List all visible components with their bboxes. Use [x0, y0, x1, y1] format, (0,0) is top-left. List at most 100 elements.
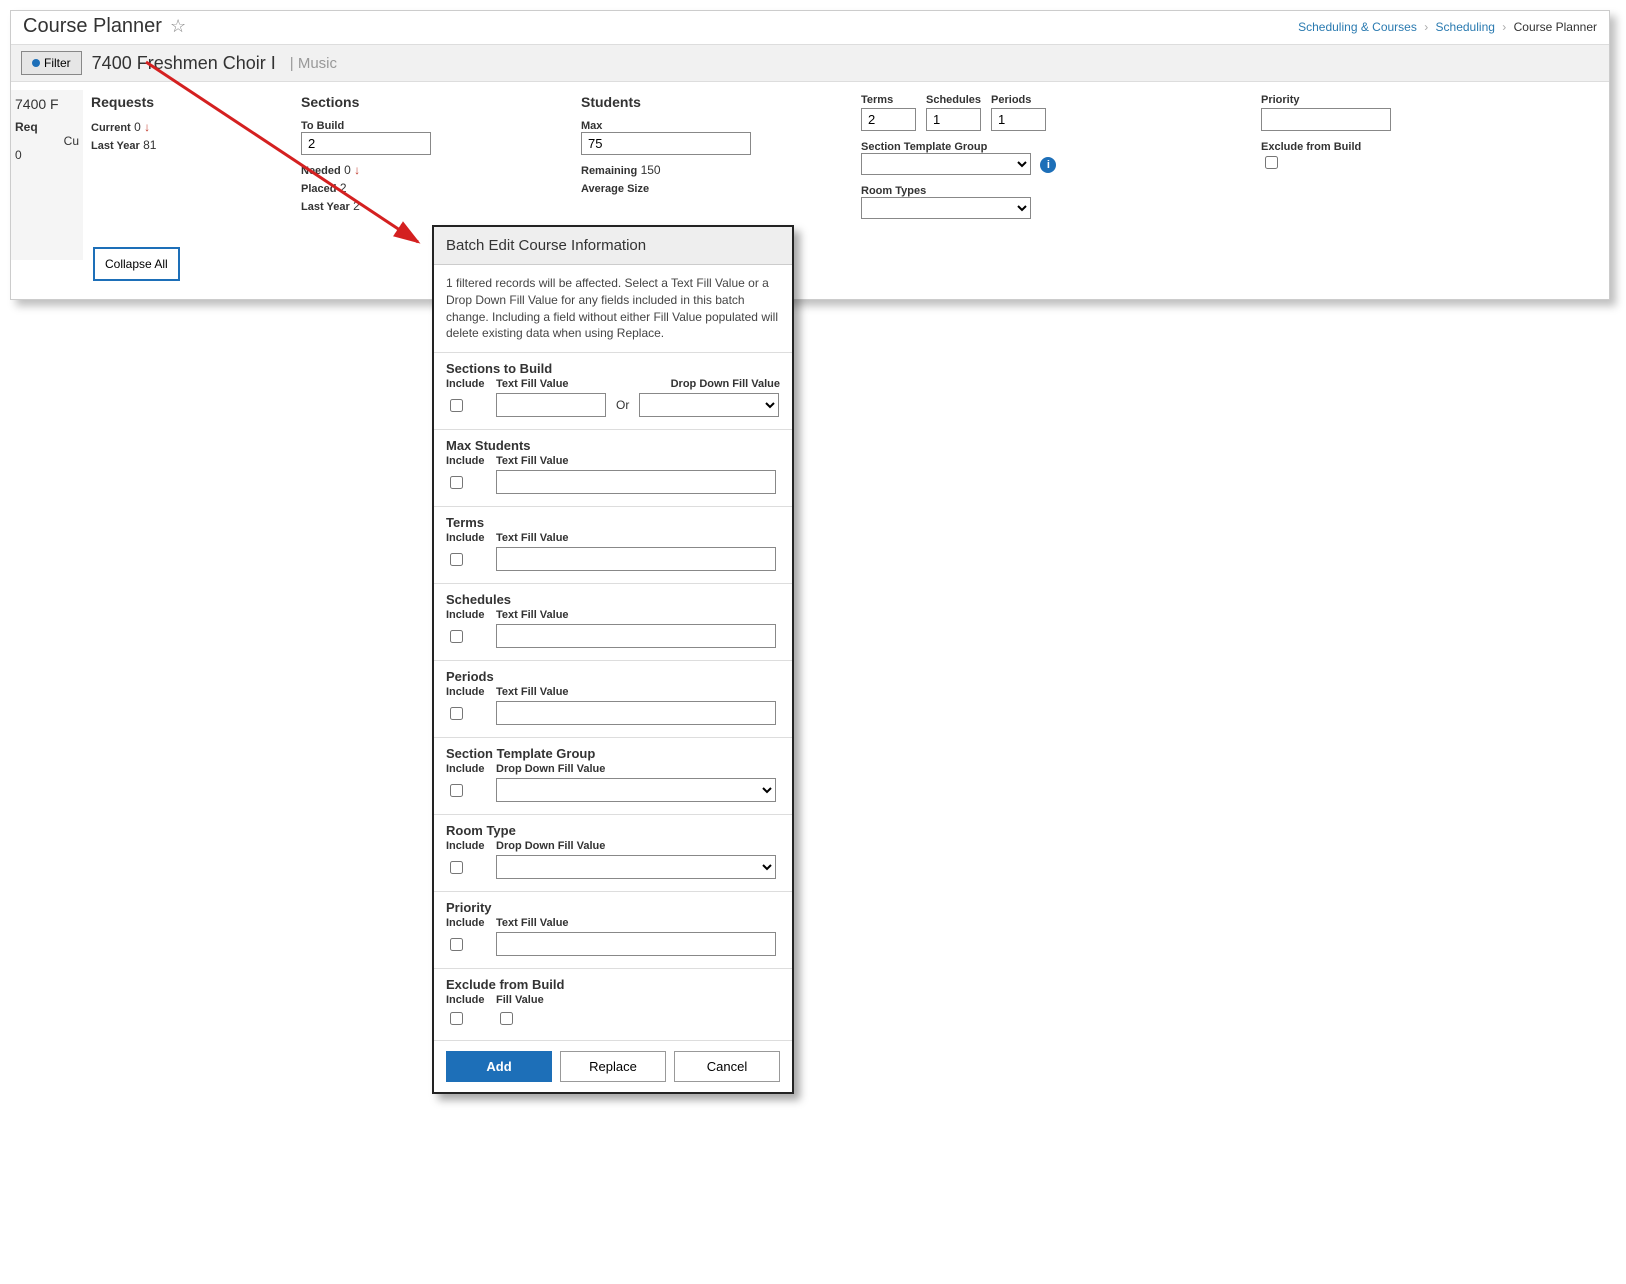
- room-include-checkbox[interactable]: [450, 861, 463, 874]
- requests-col: Requests Current 0 ↓ Last Year 81: [83, 90, 293, 260]
- lbl-include: Include: [446, 840, 486, 852]
- requests-lastyear-label: Last Year: [91, 140, 140, 152]
- page-title: Course Planner: [23, 15, 162, 38]
- lbl-textfill: Text Fill Value: [496, 532, 569, 544]
- stb-text-input[interactable]: [496, 393, 606, 417]
- room-dd-select[interactable]: [496, 855, 776, 879]
- placed-label: Placed: [301, 183, 336, 195]
- schedules-input[interactable]: [926, 108, 981, 131]
- sched-include-checkbox[interactable]: [450, 630, 463, 643]
- breadcrumb-item-scheduling-courses[interactable]: Scheduling & Courses: [1298, 20, 1417, 34]
- replace-button[interactable]: Replace: [560, 1051, 666, 1082]
- needed-label: Needed: [301, 165, 341, 177]
- dlg-stg-heading: Section Template Group: [446, 746, 780, 761]
- max-input[interactable]: [581, 132, 751, 155]
- dlg-priority-heading: Priority: [446, 900, 780, 915]
- chevron-right-icon: ›: [1424, 20, 1428, 34]
- course-title: 7400 Freshmen Choir I: [92, 53, 276, 74]
- periods-include-checkbox[interactable]: [450, 707, 463, 720]
- breadcrumb: Scheduling & Courses › Scheduling › Cour…: [1298, 20, 1597, 34]
- priority-col: Priority Exclude from Build: [1253, 90, 1593, 260]
- exclude-checkbox[interactable]: [1265, 156, 1278, 169]
- lbl-include: Include: [446, 994, 486, 1006]
- exclude-label: Exclude from Build: [1261, 141, 1585, 153]
- dlg-section-stg: Section Template Group Include Drop Down…: [434, 737, 792, 814]
- breadcrumb-item-current: Course Planner: [1514, 20, 1597, 34]
- terms-label: Terms: [861, 94, 916, 106]
- lbl-textfill: Text Fill Value: [496, 378, 569, 390]
- dlg-room-heading: Room Type: [446, 823, 780, 838]
- or-label: Or: [616, 398, 629, 412]
- stub-cu: Cu: [15, 134, 79, 148]
- content-grid: 7400 F Req Cu 0 Requests Current 0 ↓ Las…: [11, 82, 1609, 268]
- dlg-section-exclude: Exclude from Build Include Fill Value: [434, 968, 792, 1040]
- remaining-label: Remaining: [581, 165, 637, 177]
- periods-label: Periods: [991, 94, 1046, 106]
- roomtypes-label: Room Types: [861, 185, 1245, 197]
- roomtypes-select[interactable]: [861, 197, 1031, 219]
- course-planner-panel: Course Planner ☆ Scheduling & Courses › …: [10, 10, 1610, 300]
- cancel-button[interactable]: Cancel: [674, 1051, 780, 1082]
- dlg-section-room-type: Room Type Include Drop Down Fill Value: [434, 814, 792, 891]
- dlg-stb-heading: Sections to Build: [446, 361, 780, 376]
- dlg-section-schedules: Schedules Include Text Fill Value: [434, 583, 792, 660]
- lbl-textfill: Text Fill Value: [496, 609, 569, 621]
- dlg-section-max-students: Max Students Include Text Fill Value: [434, 429, 792, 506]
- priority-input[interactable]: [1261, 108, 1391, 131]
- terms-text-input[interactable]: [496, 547, 776, 571]
- sections-heading: Sections: [301, 94, 565, 110]
- stub-zero: 0: [15, 148, 79, 162]
- header-row: Course Planner ☆ Scheduling & Courses › …: [11, 11, 1609, 45]
- max-text-input[interactable]: [496, 470, 776, 494]
- info-icon[interactable]: i: [1040, 157, 1056, 173]
- requests-current-label: Current: [91, 122, 131, 134]
- sections-lastyear-value: 2: [353, 199, 360, 213]
- sched-text-input[interactable]: [496, 624, 776, 648]
- left-stub: 7400 F Req Cu 0: [11, 90, 83, 260]
- filter-label: Filter: [44, 56, 71, 70]
- max-label: Max: [581, 120, 845, 132]
- requests-lastyear-value: 81: [143, 138, 156, 152]
- stg-label: Section Template Group: [861, 141, 1245, 153]
- stg-dd-select[interactable]: [496, 778, 776, 802]
- students-heading: Students: [581, 94, 845, 110]
- exclude-include-checkbox[interactable]: [450, 1012, 463, 1025]
- breadcrumb-item-scheduling[interactable]: Scheduling: [1436, 20, 1495, 34]
- collapse-all-button[interactable]: Collapse All: [93, 247, 180, 281]
- lbl-textfill: Text Fill Value: [496, 917, 569, 929]
- priority-text-input[interactable]: [496, 932, 776, 956]
- stb-dd-select[interactable]: [639, 393, 779, 417]
- settings-col: Terms Schedules Periods Section Template…: [853, 90, 1253, 260]
- down-arrow-icon: ↓: [144, 120, 150, 134]
- priority-include-checkbox[interactable]: [450, 938, 463, 951]
- needed-value: 0: [344, 163, 351, 177]
- dlg-section-sections-to-build: Sections to Build Include Text Fill Valu…: [434, 352, 792, 429]
- lbl-include: Include: [446, 455, 486, 467]
- exclude-fill-checkbox[interactable]: [500, 1012, 513, 1025]
- priority-label: Priority: [1261, 94, 1585, 106]
- dlg-sched-heading: Schedules: [446, 592, 780, 607]
- stub-req: Req: [15, 120, 79, 134]
- stb-include-checkbox[interactable]: [450, 399, 463, 412]
- avg-label: Average Size: [581, 183, 649, 195]
- stub-course: 7400 F: [15, 96, 79, 112]
- star-icon[interactable]: ☆: [170, 16, 186, 37]
- terms-input[interactable]: [861, 108, 916, 131]
- sections-lastyear-label: Last Year: [301, 201, 350, 213]
- max-include-checkbox[interactable]: [450, 476, 463, 489]
- lbl-textfill: Text Fill Value: [496, 686, 569, 698]
- tobuild-input[interactable]: [301, 132, 431, 155]
- stg-include-checkbox[interactable]: [450, 784, 463, 797]
- add-button[interactable]: Add: [446, 1051, 552, 1082]
- terms-include-checkbox[interactable]: [450, 553, 463, 566]
- dialog-description: 1 filtered records will be affected. Sel…: [434, 265, 792, 352]
- subheader: Filter 7400 Freshmen Choir I | Music: [11, 45, 1609, 82]
- stg-select[interactable]: [861, 153, 1031, 175]
- filter-button[interactable]: Filter: [21, 51, 82, 75]
- dlg-terms-heading: Terms: [446, 515, 780, 530]
- dlg-max-heading: Max Students: [446, 438, 780, 453]
- lbl-include: Include: [446, 686, 486, 698]
- periods-text-input[interactable]: [496, 701, 776, 725]
- periods-input[interactable]: [991, 108, 1046, 131]
- lbl-include: Include: [446, 378, 486, 390]
